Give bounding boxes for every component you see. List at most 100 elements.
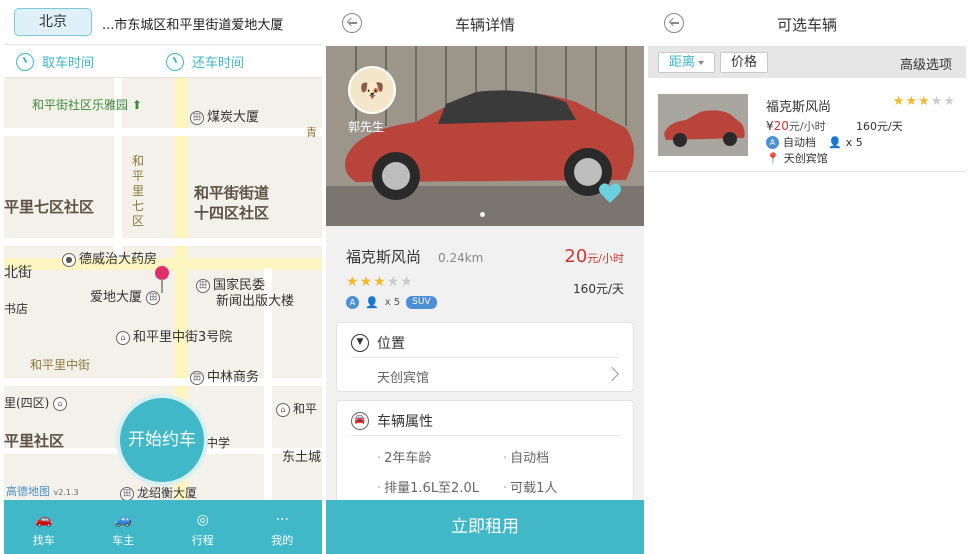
- map-logo: 高德地图 v2.1.3: [6, 485, 79, 498]
- price-per-day: 160元/天: [856, 120, 903, 133]
- car-search-icon: 🚗: [35, 512, 53, 528]
- suv-badge: SUV: [406, 296, 437, 309]
- car-tags: A 自动档 👤 x 5: [766, 134, 863, 150]
- clock-icon: [166, 52, 184, 71]
- car-thumbnail: [658, 94, 748, 156]
- list-item[interactable]: 福克斯风尚 ★★★★★ ¥20元/小时 160元/天 A 自动档 👤 x 5 📍…: [648, 86, 966, 172]
- map-label: 和平街街道: [194, 184, 270, 202]
- favorite-heart-icon[interactable]: [598, 182, 622, 204]
- pharmacy-icon: ●: [62, 252, 76, 267]
- price-per-hour: 20元/小时: [564, 246, 624, 267]
- clock-icon: [16, 52, 34, 71]
- attribute-item: 自动档: [503, 447, 549, 466]
- map-label: 平里七区社区: [4, 198, 95, 216]
- car-location: 📍 天创宾馆: [766, 151, 828, 166]
- attributes-card: 🚘 车辆属性 2年车龄 自动档 排量1.6L至2.0L 可载1人: [336, 400, 634, 504]
- tab-mine[interactable]: ··· 我的: [243, 500, 323, 554]
- map-label: 田煤炭大厦: [190, 106, 259, 125]
- rating-stars: ★★★★★: [346, 274, 414, 290]
- map-label: ⌂ 和平: [276, 400, 317, 417]
- rent-now-button[interactable]: 立即租用: [326, 500, 644, 554]
- star-icon: ★: [905, 94, 919, 109]
- owner-name: 郭先生: [348, 120, 385, 134]
- car-detail-screen: 车辆详情 🐶 郭先生 福克斯风尚 0.24km 20元/小时 ★★★★★ 160…: [326, 0, 644, 554]
- star-icon: ★: [400, 274, 414, 290]
- star-icon: ★: [930, 94, 944, 109]
- location-pin-icon: 📍: [766, 151, 780, 165]
- star-icon: ★: [892, 94, 906, 109]
- map-label: 书店: [4, 302, 29, 316]
- seat-count: x 5: [845, 135, 863, 149]
- map-label: ● 德威治大药房: [62, 248, 157, 267]
- building-icon: 田: [146, 290, 161, 305]
- building-icon: 田: [196, 278, 210, 293]
- divider: [351, 357, 619, 358]
- automatic-badge: A: [346, 296, 359, 309]
- attribute-item: 可载1人: [503, 477, 557, 496]
- tab-owner[interactable]: 🚙 车主: [84, 500, 164, 554]
- map-label: 里(四区) ⌂: [4, 394, 70, 411]
- price-per-day: 160元/天: [573, 282, 624, 296]
- pickup-time-label: 取车时间: [42, 56, 95, 71]
- seat-count: x 5: [384, 297, 401, 308]
- car-icon: 🚘: [351, 412, 369, 430]
- person-icon: 👤: [828, 135, 842, 149]
- car-model: 福克斯风尚: [346, 248, 422, 266]
- car-photo-carousel[interactable]: 🐶 郭先生: [326, 46, 644, 226]
- sort-distance-button[interactable]: 距离: [658, 52, 716, 73]
- return-time-label: 还车时间: [192, 56, 245, 71]
- car-distance: 0.24km: [438, 251, 484, 265]
- attributes-heading: 🚘 车辆属性: [351, 411, 433, 431]
- list-header: 可选车辆: [648, 0, 966, 46]
- tab-find-car[interactable]: 🚗 找车: [4, 500, 84, 554]
- star-icon: ★: [373, 274, 387, 290]
- map-label: 和平里中街: [30, 358, 91, 372]
- map-label: 十四区社区: [194, 204, 270, 222]
- time-selector-row: 取车时间 还车时间: [4, 44, 322, 78]
- carousel-dots: [478, 202, 487, 221]
- car-summary: 福克斯风尚 0.24km 20元/小时 ★★★★★ 160元/天 A 👤 x 5…: [326, 226, 644, 318]
- page-title: 车辆详情: [454, 16, 515, 34]
- location-value: 天创宾馆: [377, 371, 430, 386]
- start-booking-button[interactable]: 开始约车: [116, 394, 208, 486]
- city-selector-button[interactable]: 北京: [14, 8, 92, 36]
- map-label: 平里社区: [4, 432, 65, 450]
- sort-price-button[interactable]: 价格: [720, 52, 769, 73]
- automatic-badge: A: [766, 135, 779, 149]
- transmission: 自动档: [783, 136, 816, 149]
- tab-trip[interactable]: ◎ 行程: [163, 500, 243, 554]
- location-card[interactable]: ▼ 位置 天创宾馆: [336, 322, 634, 392]
- residence-icon: ⌂: [276, 402, 290, 417]
- location-heading: ▼ 位置: [351, 333, 405, 353]
- current-address[interactable]: ...市东城区和平里街道爱地大厦: [102, 14, 283, 33]
- car-tags: A 👤 x 5 SUV: [346, 296, 437, 309]
- map-road: [4, 238, 322, 246]
- map-label: 和平里七区: [132, 154, 145, 228]
- chevron-down-icon: [698, 60, 705, 65]
- residence-icon: ⌂: [116, 330, 130, 345]
- chevron-right-icon: [604, 366, 620, 382]
- return-time-button[interactable]: 还车时间: [166, 52, 244, 71]
- trip-icon: ◎: [196, 512, 209, 528]
- pickup-time-button[interactable]: 取车时间: [16, 52, 94, 71]
- owner-avatar[interactable]: 🐶: [348, 66, 396, 114]
- star-icon: ★: [918, 94, 931, 109]
- building-icon: 田: [120, 486, 134, 500]
- detail-header: 车辆详情: [326, 0, 644, 46]
- star-icon: ★: [346, 274, 360, 290]
- car-owner-icon: 🚙: [114, 512, 132, 528]
- map-label: ⌂ 和平里中街3号院: [116, 326, 232, 345]
- star-icon: ★: [943, 94, 956, 109]
- building-icon: 田: [190, 110, 204, 125]
- location-bar: 北京 ...市东城区和平里街道爱地大厦: [4, 0, 322, 44]
- advanced-options-button[interactable]: 高级选项: [900, 54, 952, 73]
- map-label: 北街: [4, 265, 32, 281]
- building-icon: 田: [190, 370, 204, 385]
- more-icon: ···: [275, 512, 289, 528]
- divider: [351, 435, 619, 436]
- find-car-screen: 北京 ...市东城区和平里街道爱地大厦 取车时间 还车时间 和平街社区乐雅园 ⬆…: [4, 0, 322, 554]
- location-pin-icon[interactable]: [155, 266, 169, 293]
- map-label: 青: [306, 126, 317, 139]
- bottom-tab-bar: 🚗 找车 🚙 车主 ◎ 行程 ··· 我的: [4, 500, 322, 554]
- residence-icon: ⌂: [53, 396, 68, 411]
